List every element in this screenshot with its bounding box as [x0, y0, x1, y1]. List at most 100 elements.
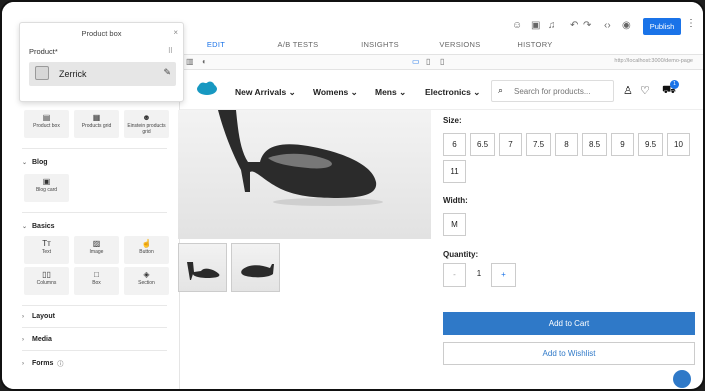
chevron-right-icon: ›	[22, 336, 24, 343]
component-image[interactable]: ▨ Image	[74, 236, 119, 264]
chevron-right-icon: ›	[22, 313, 24, 320]
nav-mens[interactable]: Mens ⌄	[375, 87, 406, 98]
products-grid-icon: ▦	[92, 113, 101, 122]
tab-ab-tests[interactable]: A/B TESTS	[262, 38, 334, 55]
product-search[interactable]: ⌕	[491, 80, 614, 102]
salesforce-logo-icon[interactable]	[196, 81, 218, 96]
text-icon: Tт	[42, 239, 51, 248]
component-button[interactable]: ☝ Button	[124, 236, 169, 264]
section-media[interactable]: › Media	[22, 336, 179, 343]
component-box[interactable]: □ Box	[74, 267, 119, 295]
bell-icon[interactable]: ♫	[548, 20, 556, 31]
chevron-down-icon: ⌄	[350, 87, 358, 97]
store-navbar: New Arrivals ⌄ Womens ⌄ Mens ⌄ Electroni…	[180, 70, 703, 110]
selected-product[interactable]: Zerrick ✎	[29, 62, 176, 86]
components-sidebar: ▤ Product box ▦ Products grid ☻ Einstein pr…	[2, 102, 180, 389]
desktop-view-icon[interactable]: ▭	[412, 57, 420, 66]
component-blog-card[interactable]: ▣ Blog card	[24, 174, 69, 202]
size-label: Size:	[443, 116, 462, 125]
drag-handle-icon[interactable]: ⠿	[168, 47, 173, 55]
component-einstein-products-grid[interactable]: ☻ Einstein products grid	[124, 110, 169, 138]
width-option[interactable]: M	[443, 213, 466, 236]
product-thumbnail-2[interactable]	[231, 243, 280, 292]
undo-icon[interactable]: ↶	[570, 20, 578, 31]
mobile-view-icon[interactable]: ▯	[440, 57, 444, 66]
edit-pencil-icon[interactable]: ✎	[163, 67, 171, 78]
search-input[interactable]	[514, 87, 609, 96]
einstein-icon: ☻	[142, 113, 151, 122]
product-thumbnail-1[interactable]	[178, 243, 227, 292]
close-icon[interactable]: ×	[173, 28, 178, 37]
chevron-down-icon: ⌄	[22, 160, 28, 166]
section-forms[interactable]: › Forms ⓘ	[22, 359, 179, 368]
quantity-label: Quantity:	[443, 250, 479, 259]
product-thumbnail-icon	[35, 66, 49, 80]
page-url: http://localhost:3000/demo-page	[614, 58, 693, 64]
section-blog[interactable]: ⌄ Blog	[22, 159, 179, 166]
shoe-thumbnail-image	[187, 262, 220, 280]
chat-fab-button[interactable]	[673, 370, 691, 388]
url-bar: ▥ ◐ ▭ ▯ ▯ http://localhost:3000/demo-pag…	[180, 54, 703, 70]
quantity-decrease-button[interactable]: -	[443, 263, 466, 287]
add-to-wishlist-button[interactable]: Add to Wishlist	[443, 342, 695, 365]
redo-icon[interactable]: ↷	[583, 20, 591, 31]
chevron-down-icon: ⌄	[288, 87, 296, 97]
cart-count-badge: 1	[670, 80, 679, 89]
divider	[22, 327, 167, 328]
size-option[interactable]: 8	[555, 133, 578, 156]
section-basics[interactable]: ⌄ Basics	[22, 223, 179, 230]
divider	[22, 305, 167, 306]
component-section[interactable]: ◈ Section	[124, 267, 169, 295]
size-option[interactable]: 8.5	[582, 133, 607, 156]
quantity-value[interactable]: 1	[469, 263, 489, 287]
size-option[interactable]: 11	[443, 160, 466, 183]
blog-card-icon: ▣	[42, 177, 51, 186]
wishlist-heart-icon[interactable]: ♡	[640, 84, 650, 97]
divider	[22, 350, 167, 351]
product-box-popup: Product box × Product* ⠿ Zerrick ✎	[19, 22, 184, 102]
more-options-icon[interactable]: ⋮	[686, 18, 696, 29]
size-option[interactable]: 7	[499, 133, 522, 156]
account-icon[interactable]: ♙	[623, 84, 633, 97]
bot-icon[interactable]: ☺	[512, 20, 522, 31]
tablet-view-icon[interactable]: ▯	[426, 57, 430, 66]
clipboard-icon[interactable]: ▣	[531, 20, 540, 31]
tab-history[interactable]: HISTORY	[510, 38, 560, 55]
nav-electronics[interactable]: Electronics ⌄	[425, 87, 480, 98]
component-products-grid[interactable]: ▦ Products grid	[74, 110, 119, 138]
tab-insights[interactable]: INSIGHTS	[354, 38, 406, 55]
selected-product-name: Zerrick	[59, 69, 87, 79]
chevron-down-icon: ⌄	[473, 87, 481, 97]
code-icon[interactable]: ‹›	[604, 20, 611, 31]
app-frame: EDIT A/B TESTS INSIGHTS VERSIONS HISTORY…	[0, 0, 705, 391]
component-product-box[interactable]: ▤ Product box	[24, 110, 69, 138]
commerce-components: ▤ Product box ▦ Products grid ☻ Einstein pr…	[24, 110, 179, 138]
size-option[interactable]: 10	[667, 133, 690, 156]
size-option[interactable]: 6	[443, 133, 466, 156]
component-columns[interactable]: ▯▯ Columns	[24, 267, 69, 295]
basics-row-1: Tт Text ▨ Image ☝ Button	[24, 236, 179, 264]
editor-tabs: EDIT A/B TESTS INSIGHTS VERSIONS HISTORY	[190, 38, 560, 55]
product-main-image[interactable]	[178, 110, 431, 239]
section-layout[interactable]: › Layout	[22, 313, 179, 320]
component-text[interactable]: Tт Text	[24, 236, 69, 264]
dark-mode-icon[interactable]: ◐	[202, 57, 207, 66]
size-option[interactable]: 9.5	[638, 133, 663, 156]
divider	[22, 148, 167, 149]
tab-edit[interactable]: EDIT	[190, 38, 242, 55]
chevron-down-icon: ⌄	[22, 224, 28, 230]
tab-versions[interactable]: VERSIONS	[428, 38, 492, 55]
size-option[interactable]: 7.5	[526, 133, 551, 156]
add-to-cart-button[interactable]: Add to Cart	[443, 312, 695, 335]
preview-eye-icon[interactable]: ◉	[622, 20, 631, 31]
search-icon: ⌕	[498, 85, 504, 95]
image-icon: ▨	[92, 239, 101, 248]
quantity-increase-button[interactable]: +	[491, 263, 516, 287]
size-option[interactable]: 9	[611, 133, 634, 156]
sidebar-toggle-icon[interactable]: ▥	[186, 57, 194, 66]
nav-womens[interactable]: Womens ⌄	[313, 87, 358, 98]
product-box-icon: ▤	[42, 113, 51, 122]
nav-new-arrivals[interactable]: New Arrivals ⌄	[235, 87, 296, 98]
size-option[interactable]: 6.5	[470, 133, 495, 156]
publish-button[interactable]: Publish	[643, 18, 681, 35]
